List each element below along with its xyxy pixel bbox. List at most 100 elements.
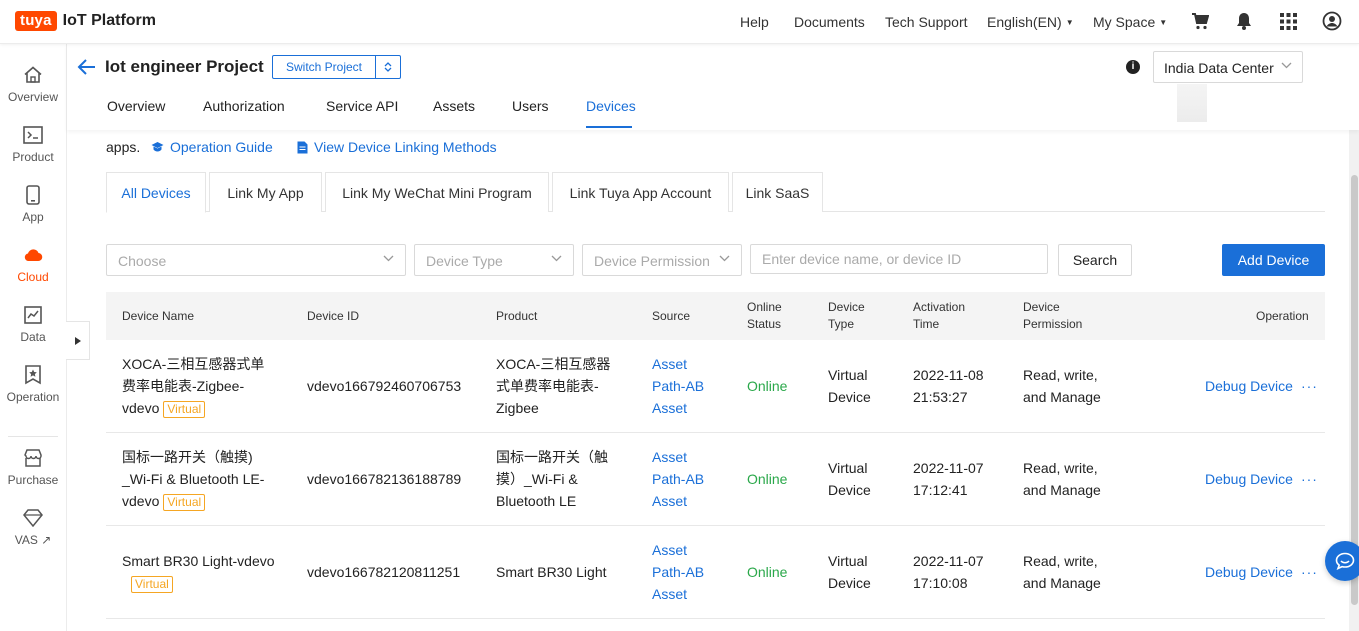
tab-overview[interactable]: Overview bbox=[107, 98, 165, 114]
sidebar-item-cloud[interactable]: Cloud bbox=[0, 244, 66, 298]
device-name-line: XOCA-三相互感器式单 bbox=[122, 356, 265, 372]
permission-cell: Read, write, and Manage bbox=[1023, 550, 1101, 594]
tab-assets[interactable]: Assets bbox=[433, 98, 475, 114]
chevron-down-icon bbox=[1281, 62, 1292, 69]
more-icon[interactable]: ··· bbox=[1301, 378, 1318, 394]
tab-users[interactable]: Users bbox=[512, 98, 549, 114]
data-center-select[interactable]: India Data Center bbox=[1153, 51, 1303, 83]
permission-cell: Read, write, and Manage bbox=[1023, 364, 1101, 408]
col-device-type-line1: Device bbox=[828, 300, 865, 314]
cart-icon[interactable] bbox=[1190, 11, 1210, 31]
product-cell: 国标一路开关（触 摸）_Wi-Fi & Bluetooth LE bbox=[496, 446, 636, 512]
product-line: Zigbee bbox=[496, 400, 539, 416]
device-name-cell: Smart BR30 Light-vdevo Virtual bbox=[122, 550, 292, 594]
status-online: Online bbox=[747, 471, 788, 487]
activation-date: 2022-11-08 bbox=[913, 367, 984, 383]
user-icon[interactable] bbox=[1322, 11, 1342, 31]
col-permission-line2: Permission bbox=[1023, 317, 1083, 331]
cloud-icon bbox=[22, 244, 44, 266]
operation-guide-link[interactable]: Operation Guide bbox=[151, 139, 273, 155]
more-icon[interactable]: ··· bbox=[1301, 564, 1318, 580]
sidebar-collapse-toggle[interactable] bbox=[66, 321, 90, 360]
sidebar-item-purchase[interactable]: Purchase bbox=[0, 447, 66, 501]
col-device-id: Device ID bbox=[307, 309, 360, 323]
activation-clock: 17:12:41 bbox=[913, 482, 968, 498]
document-icon bbox=[297, 141, 308, 153]
chat-support-button[interactable] bbox=[1325, 541, 1359, 581]
source-line: Path-AB bbox=[652, 378, 705, 394]
terminal-icon bbox=[22, 124, 44, 146]
col-device-type: Device Type bbox=[828, 299, 865, 333]
source-link[interactable]: Asset Path-AB Asset bbox=[652, 539, 704, 605]
debug-device-link[interactable]: Debug Device bbox=[1205, 471, 1293, 487]
sidebar-item-label: Data bbox=[20, 330, 46, 344]
subtab-link-saas[interactable]: Link SaaS bbox=[732, 172, 823, 212]
source-line: Path-AB bbox=[652, 564, 705, 580]
diamond-icon bbox=[22, 507, 44, 529]
logo[interactable]: tuya IoT Platform bbox=[15, 11, 156, 31]
device-permission-select[interactable]: Device Permission bbox=[582, 244, 742, 276]
device-type-line: Device bbox=[828, 389, 871, 405]
sidebar-item-vas[interactable]: VAS ↗ bbox=[0, 507, 66, 561]
scrollbar-thumb[interactable] bbox=[1351, 175, 1358, 605]
tech-support-link[interactable]: Tech Support bbox=[885, 0, 968, 43]
tab-devices[interactable]: Devices bbox=[586, 98, 636, 114]
caret-down-icon: ▼ bbox=[1159, 18, 1168, 27]
activation-time-cell: 2022-11-08 21:53:27 bbox=[913, 364, 984, 408]
add-device-button[interactable]: Add Device bbox=[1222, 244, 1325, 276]
choose-select[interactable]: Choose bbox=[106, 244, 406, 276]
device-type-line: Device bbox=[828, 482, 871, 498]
col-device-type-line2: Type bbox=[828, 317, 855, 331]
info-icon[interactable]: i bbox=[1126, 60, 1140, 74]
subtab-link-my-app[interactable]: Link My App bbox=[209, 172, 322, 212]
chevron-down-icon bbox=[719, 255, 730, 262]
view-linking-methods-link[interactable]: View Device Linking Methods bbox=[297, 139, 497, 155]
device-type-select[interactable]: Device Type bbox=[414, 244, 574, 276]
subtab-link-wechat-mini-program[interactable]: Link My WeChat Mini Program bbox=[325, 172, 549, 212]
source-link[interactable]: Asset Path-AB Asset bbox=[652, 446, 704, 512]
sidebar-item-label: VAS ↗ bbox=[14, 533, 52, 547]
source-line: Path-AB bbox=[652, 471, 705, 487]
device-name-line: 国标一路开关（触摸) bbox=[122, 449, 253, 465]
table-row: XOCA-三相互感器式单 费率电能表-Zigbee- vdevo Virtual … bbox=[106, 340, 1325, 433]
chevron-down-icon bbox=[551, 255, 562, 262]
permission-line: and Manage bbox=[1023, 575, 1101, 591]
device-name-line: 费率电能表-Zigbee- bbox=[122, 378, 245, 394]
table-row: 国标一路开关（触摸) _Wi-Fi & Bluetooth LE- vdevo V… bbox=[106, 433, 1325, 526]
debug-device-link[interactable]: Debug Device bbox=[1205, 378, 1293, 394]
sidebar-item-product[interactable]: Product bbox=[0, 124, 66, 178]
subtab-all-devices[interactable]: All Devices bbox=[106, 172, 206, 213]
search-button[interactable]: Search bbox=[1058, 244, 1132, 276]
status-online: Online bbox=[747, 564, 788, 580]
back-arrow-icon[interactable] bbox=[77, 58, 97, 76]
help-link[interactable]: Help bbox=[740, 0, 769, 43]
permission-line: Read, write, bbox=[1023, 553, 1098, 569]
my-space-dropdown[interactable]: My Space ▼ bbox=[1093, 0, 1167, 43]
tab-service-api[interactable]: Service API bbox=[326, 98, 398, 114]
permission-line: Read, write, bbox=[1023, 367, 1098, 383]
bell-icon[interactable] bbox=[1234, 11, 1254, 31]
more-icon[interactable]: ··· bbox=[1301, 471, 1318, 487]
activation-date: 2022-11-07 bbox=[913, 460, 984, 476]
sidebar-item-app[interactable]: App bbox=[0, 184, 66, 238]
virtual-tag: Virtual bbox=[163, 494, 206, 511]
sidebar-item-label: Overview bbox=[7, 90, 58, 104]
device-type-line: Virtual bbox=[828, 460, 868, 476]
switch-project-button[interactable]: Switch Project bbox=[272, 55, 401, 79]
device-type-cell: Virtual Device bbox=[828, 550, 871, 594]
documents-link[interactable]: Documents bbox=[794, 0, 865, 43]
debug-device-link[interactable]: Debug Device bbox=[1205, 564, 1293, 580]
language-dropdown[interactable]: English(EN) ▼ bbox=[987, 0, 1074, 43]
apps-grid-icon[interactable] bbox=[1278, 11, 1298, 31]
tab-authorization[interactable]: Authorization bbox=[203, 98, 285, 114]
sidebar-item-overview[interactable]: Overview bbox=[0, 64, 66, 118]
sidebar-item-label: Purchase bbox=[7, 473, 59, 487]
activation-date: 2022-11-07 bbox=[913, 553, 984, 569]
sidebar-item-operation[interactable]: Operation bbox=[0, 364, 66, 418]
source-link[interactable]: Asset Path-AB Asset bbox=[652, 353, 704, 419]
device-id-cell: vdevo166782136188789 bbox=[307, 471, 462, 487]
device-search-input[interactable] bbox=[750, 244, 1048, 274]
sidebar-item-data[interactable]: Data bbox=[0, 304, 66, 358]
source-line: Asset bbox=[652, 356, 688, 372]
subtab-link-tuya-app-account[interactable]: Link Tuya App Account bbox=[552, 172, 729, 212]
